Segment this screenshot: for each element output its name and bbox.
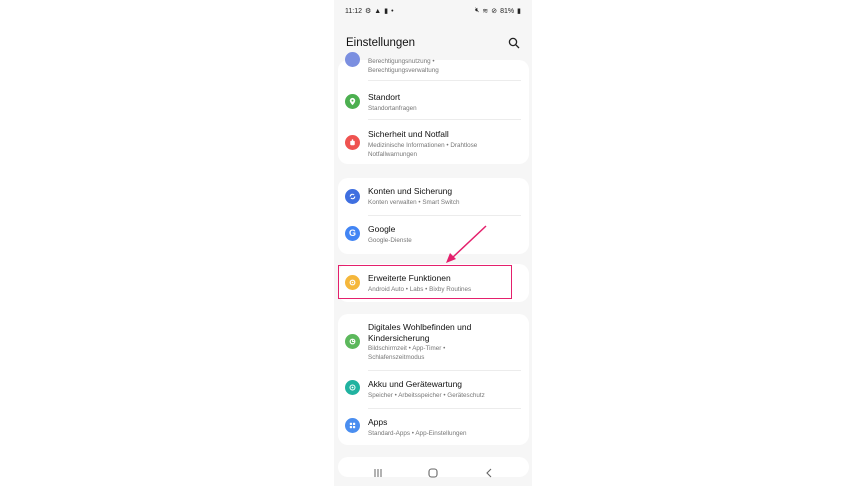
highlight-box [338, 265, 512, 299]
annotation-overlay [446, 225, 487, 263]
annotation-arrow-line [451, 225, 487, 259]
annotation-arrow-head [446, 253, 456, 263]
